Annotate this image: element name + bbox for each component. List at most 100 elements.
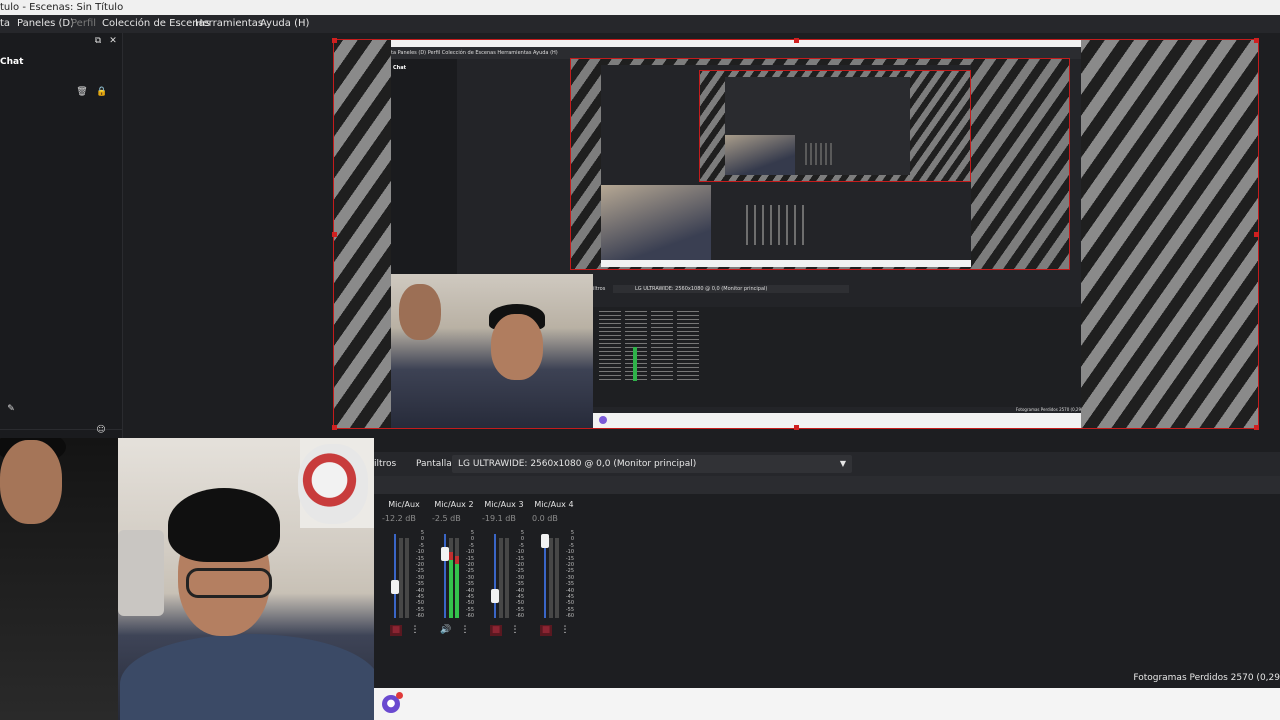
level-bar [399, 538, 403, 618]
transform-handle[interactable] [332, 38, 337, 43]
audio-mixer: Mic/Aux -12.2 dB 5 0 -5 -10 -15 -20 -25 -30 -35 -40… [374, 494, 1280, 660]
nested-channel [625, 311, 647, 381]
monitor-select[interactable]: LG ULTRAWIDE: 2560x1080 @ 0,0 (Monitor p… [452, 455, 852, 473]
transform-handle[interactable] [1254, 38, 1259, 43]
nested-level [633, 347, 637, 381]
mixer-channel: Mic/Aux 2 -2.5 dB 5 0 -5 -10 -15 -20 -25 -30 -35 -4… [430, 494, 478, 644]
person-right-jacket [120, 634, 374, 720]
transform-handle[interactable] [794, 38, 799, 43]
nested-mixer [746, 205, 806, 245]
transform-handle[interactable] [1254, 425, 1259, 430]
menu-item-edit[interactable]: ta [0, 15, 10, 33]
nested-mixer-small [805, 143, 833, 165]
person-face [491, 314, 543, 380]
channel-name: Mic/Aux [388, 500, 420, 509]
db-scale-tick: -60 [415, 613, 424, 620]
nested-filters-label: iltros [593, 286, 606, 292]
close-icon[interactable]: ✕ [106, 35, 120, 47]
channel-name: Mic/Aux 3 [484, 500, 524, 509]
chat-dock: ⧉ ✕ Chat 🗑 🔒 ✎ ☺ [0, 33, 123, 438]
level-fill [455, 555, 459, 618]
transform-handle[interactable] [794, 425, 799, 430]
level-bar [405, 538, 409, 618]
chair [118, 530, 164, 616]
volume-fader[interactable] [491, 588, 499, 603]
speaker-muted-icon[interactable]: ■ [490, 625, 502, 636]
nested-preview-core [725, 77, 910, 175]
source-type-label: Pantalla [416, 459, 452, 469]
speaker-muted-icon[interactable]: ■ [390, 625, 402, 636]
notification-badge [396, 692, 403, 699]
bottom-strip: ● [374, 688, 1280, 720]
window-title: tulo - Escenas: Sin Título [0, 2, 124, 13]
transform-handle[interactable] [1254, 232, 1259, 237]
fader-track[interactable] [394, 534, 396, 618]
channel-controls: ■ ⋮ [530, 624, 578, 638]
nested-webcam-small [725, 135, 795, 175]
emoji-icon[interactable]: ☺ [94, 424, 108, 436]
preview-canvas[interactable]: ta Paneles (D) Perfil Colección de Escen… [332, 38, 1259, 430]
menu-item-tools[interactable]: Herramientas [195, 15, 263, 33]
nested-discord-icon [599, 416, 607, 424]
edit-icon[interactable]: ✎ [4, 403, 18, 415]
nested-preview-deeper [699, 70, 971, 182]
nested-taskbar [593, 413, 1081, 428]
restore-icon[interactable]: ⧉ [91, 35, 105, 47]
gear-icon[interactable]: ⋮ [460, 625, 470, 636]
level-bar [555, 538, 559, 618]
volume-fader[interactable] [441, 546, 449, 561]
channel-controls: 🔊 ⋮ [430, 624, 478, 638]
menu-bar: ta Paneles (D) Perfil Colección de Escen… [0, 15, 1280, 33]
db-scale: 5 0 -5 -10 -15 -20 -25 -30 -35 -40 -45 -50 -55 -60 [460, 530, 474, 620]
menu-item-profile[interactable]: Perfil [71, 15, 96, 33]
nested-preview [570, 58, 1070, 270]
window-titlebar: tulo - Escenas: Sin Título [0, 0, 1280, 15]
display-capture-source[interactable]: ta Paneles (D) Perfil Colección de Escen… [391, 40, 1081, 428]
menu-item-scene-collection[interactable]: Colección de Escenas [102, 15, 210, 33]
db-scale-tick: -60 [515, 613, 524, 620]
volume-meter: 5 0 -5 -10 -15 -20 -25 -30 -35 -40 -45 -50 -55 -60 [434, 530, 474, 620]
nested-preview-inner [601, 65, 971, 267]
volume-fader[interactable] [391, 579, 399, 594]
chevron-down-icon[interactable]: ▼ [840, 455, 846, 473]
level-fill [449, 552, 453, 618]
mixer-channel: Mic/Aux 4 0.0 dB 5 0 -5 -10 -15 -20 -25 -30 -35 -40… [530, 494, 578, 644]
filters-button[interactable]: iltros [374, 452, 396, 476]
transform-handle[interactable] [332, 232, 337, 237]
nested-webcam [601, 185, 711, 267]
dropped-frames-status: Fotogramas Perdidos 2570 (0,29 [1133, 673, 1280, 683]
discord-icon[interactable]: ● [382, 692, 403, 713]
channel-db: -19.1 dB [482, 514, 516, 523]
trash-icon[interactable]: 🗑 [75, 86, 89, 98]
level-bar [549, 538, 553, 618]
person-left-face [0, 440, 62, 524]
nested-source-toolbar: iltros Pantalla LG ULTRAWIDE: 2560x1080 … [593, 283, 1081, 295]
source-toolbar: iltros Pantalla LG ULTRAWIDE: 2560x1080 … [374, 452, 1280, 476]
preview-webcam [391, 274, 593, 428]
volume-meter: 5 0 -5 -10 -15 -20 -25 -30 -35 -40 -45 -50 -55 -60 [484, 530, 524, 620]
menu-item-docks[interactable]: Paneles (D) [17, 15, 74, 33]
nested-channel [677, 311, 699, 381]
monitor-select-value: LG ULTRAWIDE: 2560x1080 @ 0,0 (Monitor p… [458, 459, 697, 469]
gear-icon[interactable]: ⋮ [410, 625, 420, 636]
nested-mixer-panel [593, 307, 1081, 407]
lock-icon[interactable]: 🔒 [95, 86, 109, 98]
level-bar [449, 538, 453, 618]
level-bar [505, 538, 509, 618]
speaker-muted-icon[interactable]: ■ [540, 625, 552, 636]
menu-item-help[interactable]: Ayuda (H) [260, 15, 309, 33]
nested-chat-title: Chat [393, 65, 406, 71]
nested-channel [599, 311, 621, 381]
db-scale: 5 0 -5 -10 -15 -20 -25 -30 -35 -40 -45 -50 -55 -60 [510, 530, 524, 620]
gear-icon[interactable]: ⋮ [510, 625, 520, 636]
level-peak [449, 552, 453, 561]
transform-handle[interactable] [332, 425, 337, 430]
glasses [186, 568, 272, 598]
speaker-icon[interactable]: 🔊 [440, 625, 452, 636]
db-scale: 5 0 -5 -10 -15 -20 -25 -30 -35 -40 -45 -50 -55 -60 [410, 530, 424, 620]
fader-track[interactable] [494, 534, 496, 618]
volume-fader[interactable] [541, 534, 549, 548]
gear-icon[interactable]: ⋮ [560, 625, 570, 636]
db-scale-tick: -60 [465, 613, 474, 620]
nested-channel [651, 311, 673, 381]
